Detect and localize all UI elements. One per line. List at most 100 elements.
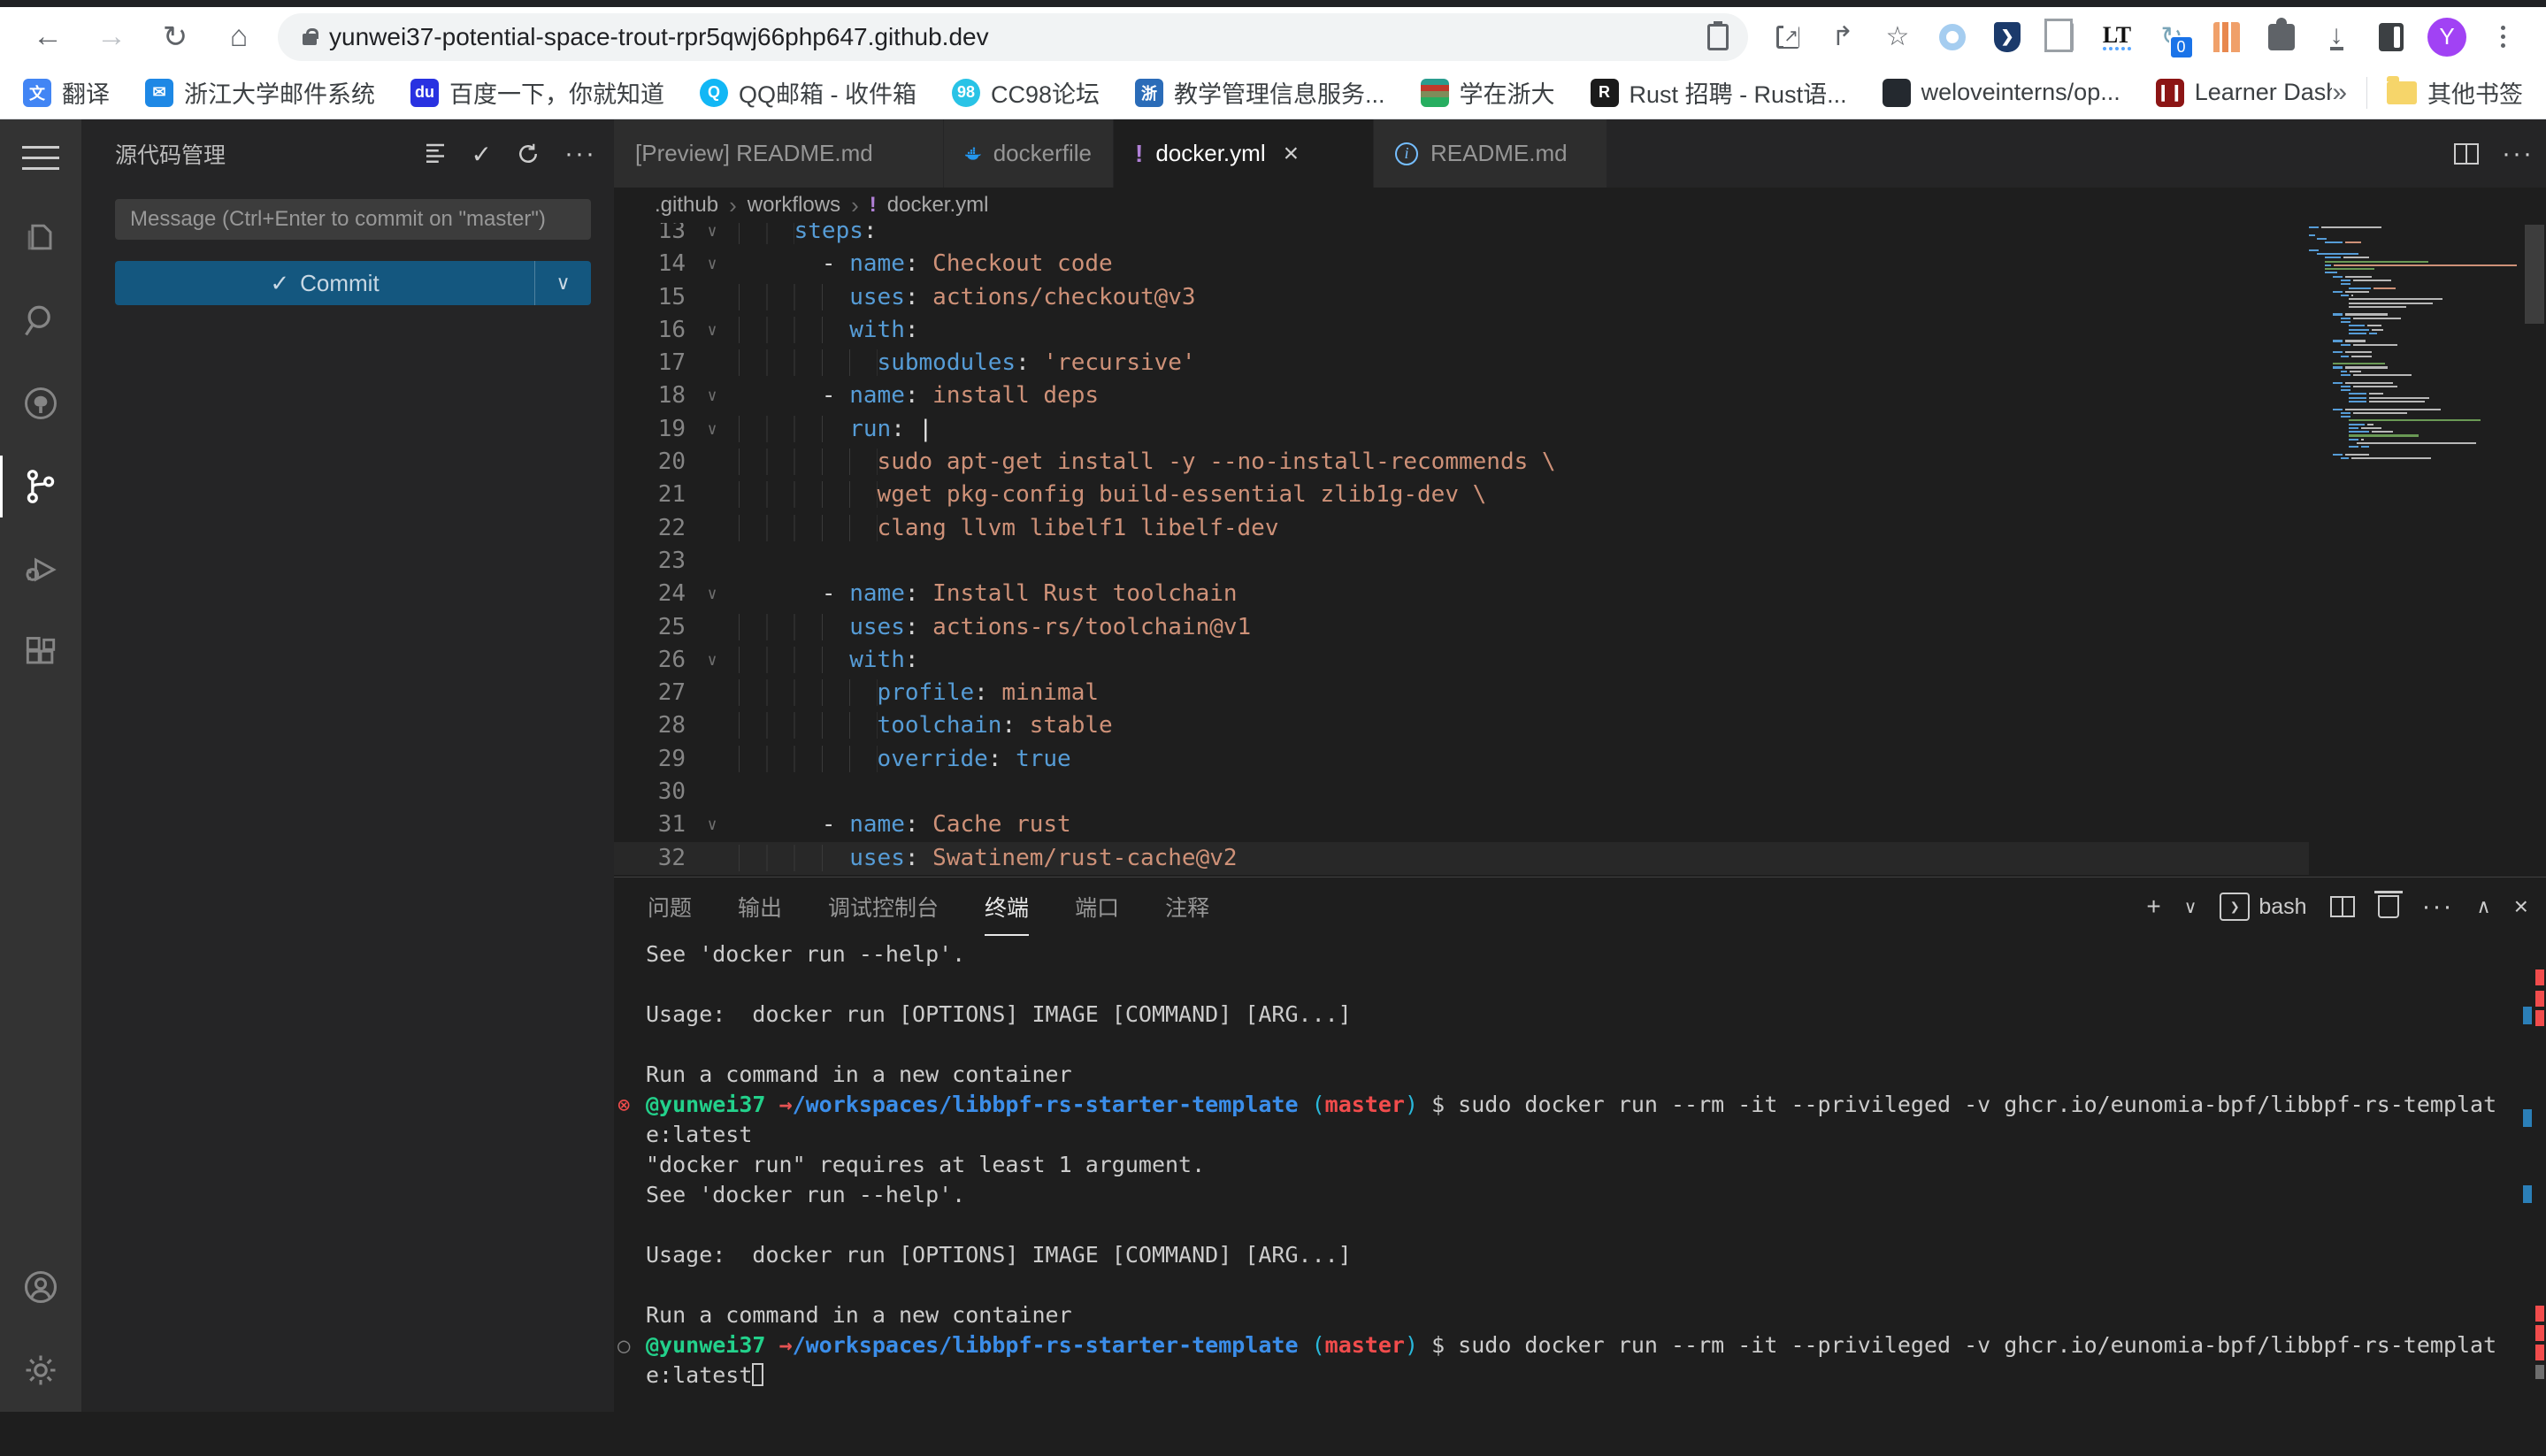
code-text: override: true [739, 743, 2309, 776]
breadcrumb-item[interactable]: docker.yml [887, 193, 989, 218]
commit-dropdown-chevron[interactable]: ∨ [534, 261, 591, 305]
bookmark-item[interactable]: weloveinterns/op... [1883, 79, 2120, 107]
source-control-icon[interactable] [0, 445, 81, 528]
code-text: with: [739, 314, 2309, 347]
minimap[interactable] [2309, 226, 2521, 461]
minimap-line [2309, 234, 2521, 236]
editor-more-icon[interactable]: ··· [2502, 139, 2534, 169]
tab-docker.yml[interactable]: !docker.yml× [1114, 119, 1374, 188]
github-icon[interactable] [0, 362, 81, 445]
tab-dockerfile[interactable]: dockerfile [944, 119, 1114, 188]
fold-chevron-icon[interactable]: ∨ [686, 413, 739, 446]
breadcrumb-item[interactable]: workflows [748, 193, 840, 218]
tab-close-icon[interactable]: × [1284, 139, 1300, 169]
panel-tab-端口[interactable]: 端口 [1075, 877, 1119, 936]
code-text [739, 776, 2309, 808]
bookmark-item[interactable]: 浙教学管理信息服务... [1135, 75, 1385, 110]
other-bookmarks-label[interactable]: 其他书签 [2427, 75, 2523, 110]
code-editor[interactable]: 13∨ steps:14∨ - name: Checkout code15 us… [614, 223, 2546, 877]
forward-button[interactable]: → [88, 14, 134, 60]
line-number: 15 [614, 281, 686, 314]
tab-readme.md[interactable]: iREADME.md [1374, 119, 1607, 188]
reading-mode-icon[interactable] [2372, 18, 2411, 57]
bookmark-item[interactable]: QQQ邮箱 - 收件箱 [700, 75, 916, 110]
home-button[interactable]: ⌂ [216, 14, 262, 60]
panel-tab-调试控制台[interactable]: 调试控制台 [828, 877, 939, 936]
line-number: 16 [614, 314, 686, 347]
reload-button[interactable]: ↻ [152, 14, 198, 60]
refresh-icon[interactable] [515, 141, 541, 167]
share-icon[interactable]: ↱ [1823, 18, 1862, 57]
terminal-scroll-mark [2535, 969, 2544, 985]
kill-terminal-icon[interactable] [2378, 895, 2399, 918]
settings-gear-icon[interactable] [0, 1329, 81, 1412]
bookmark-item[interactable]: 文翻译 [23, 75, 110, 110]
minimap-line [2349, 427, 2521, 429]
zju-seal-icon: 浙 [1135, 79, 1163, 107]
bookmark-item[interactable]: 学在浙大 [1421, 75, 1555, 110]
address-bar[interactable]: yunwei37-potential-space-trout-rpr5qwj66… [278, 13, 1748, 61]
url-text[interactable]: yunwei37-potential-space-trout-rpr5qwj66… [329, 23, 989, 51]
languagetool-icon[interactable]: LT [2097, 18, 2136, 57]
open-in-new-icon[interactable] [1768, 18, 1807, 57]
account-icon[interactable] [0, 1245, 81, 1329]
fold-chevron-icon[interactable]: ∨ [686, 379, 739, 412]
commit-button[interactable]: ✓ Commit ∨ [115, 261, 591, 305]
clipboard-icon[interactable] [1707, 24, 1729, 50]
extension-ring-icon[interactable] [1933, 18, 1972, 57]
fold-chevron-icon[interactable]: ∨ [686, 578, 739, 610]
fold-chevron-icon[interactable]: ∨ [686, 314, 739, 347]
back-button[interactable]: ← [25, 14, 71, 60]
browser-menu-icon[interactable] [2483, 18, 2522, 57]
extensions-icon[interactable] [0, 611, 81, 694]
bookmark-item[interactable]: 98CC98论坛 [952, 75, 1100, 110]
bookmark-item[interactable]: ❙❙Learner Dashboar... [2156, 79, 2333, 107]
split-terminal-icon[interactable] [2330, 896, 2355, 917]
panel-tab-注释[interactable]: 注释 [1165, 877, 1209, 936]
editor-scrollbar[interactable] [2523, 223, 2546, 877]
profile-avatar[interactable]: Y [2427, 18, 2466, 57]
github-icon [1883, 79, 1911, 107]
bookmark-item[interactable]: ✉浙江大学邮件系统 [145, 75, 375, 110]
tab--preview-readme.md[interactable]: [Preview] README.md [614, 119, 944, 188]
extension-shield-icon[interactable]: ❯ [1988, 18, 2027, 57]
fold-chevron-icon[interactable]: ∨ [686, 644, 739, 677]
split-editor-icon[interactable] [2454, 143, 2479, 165]
menu-icon[interactable] [0, 119, 81, 195]
maximize-panel-icon[interactable]: ∧ [2477, 895, 2491, 918]
run-debug-icon[interactable] [0, 528, 81, 611]
panel-tab-终端[interactable]: 终端 [985, 877, 1029, 936]
commit-check-icon[interactable]: ✓ [472, 140, 492, 169]
search-icon[interactable] [0, 279, 81, 362]
bookmarks-overflow-chevron[interactable]: » [2332, 78, 2347, 108]
panel-tab-问题[interactable]: 问题 [648, 877, 692, 936]
terminal-output[interactable]: See 'docker run --help'.Usage: docker ru… [646, 939, 2511, 1391]
view-and-sort-icon[interactable] [422, 141, 449, 167]
panel-tab-输出[interactable]: 输出 [738, 877, 782, 936]
bookmark-item[interactable]: RRust 招聘 - Rust语... [1591, 75, 1847, 110]
extension-crayons-icon[interactable] [2207, 18, 2246, 57]
code-text: steps: [739, 223, 2309, 248]
extension-pages-icon[interactable] [2043, 18, 2082, 57]
scm-more-icon[interactable]: ··· [564, 139, 596, 169]
fold-chevron-icon[interactable]: ∨ [686, 808, 739, 841]
close-panel-icon[interactable]: × [2514, 893, 2528, 921]
explorer-icon[interactable] [0, 195, 81, 279]
new-terminal-icon[interactable]: + [2146, 893, 2160, 921]
commit-message-input[interactable] [115, 199, 591, 240]
bottom-panel: 问题输出调试控制台终端端口注释 + ∨ ❯ bash ··· ∧ × [614, 877, 2546, 1412]
fold-chevron-icon[interactable]: ∨ [686, 248, 739, 280]
bookmark-star-icon[interactable]: ☆ [1878, 18, 1917, 57]
terminal-instance[interactable]: ❯ bash [2220, 893, 2306, 921]
download-icon[interactable]: ↓ [2317, 18, 2356, 57]
tab-sync-icon[interactable]: ↻0 [2152, 18, 2191, 57]
extensions-puzzle-icon[interactable] [2262, 18, 2301, 57]
bookmark-item[interactable]: du百度一下，你就知道 [410, 75, 664, 110]
panel-more-icon[interactable]: ··· [2422, 892, 2454, 922]
line-number: 32 [614, 842, 686, 875]
code-line: 27 profile: minimal [614, 677, 2309, 709]
terminal-picker-chevron[interactable]: ∨ [2184, 896, 2197, 918]
breadcrumb-item[interactable]: .github [655, 193, 718, 218]
vscode-workbench: 源代码管理 ✓ ··· ✓ Commit ∨ [Pr [0, 119, 2546, 1449]
fold-chevron-icon[interactable]: ∨ [686, 223, 739, 248]
